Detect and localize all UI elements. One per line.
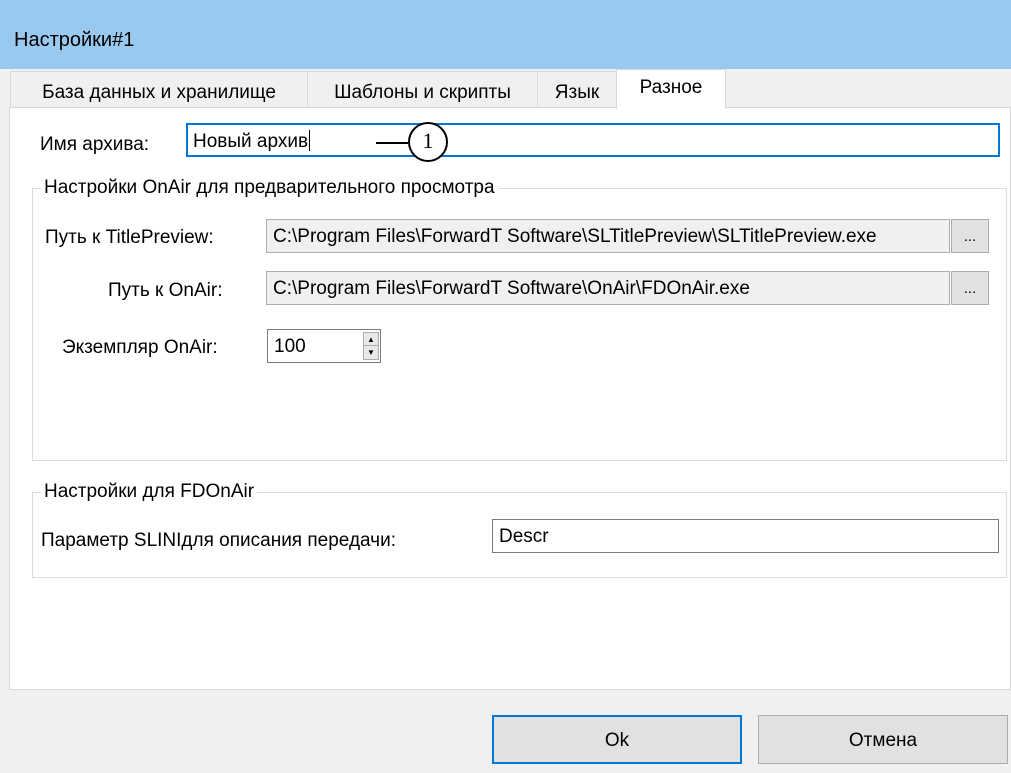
tab-label: Разное [639,77,703,98]
archive-name-value: Новый архив [193,131,309,152]
dialog-client: База данных и хранилище Шаблоны и скрипт… [0,69,1011,773]
tab-page-misc: Имя архива: Новый архив 1 Настройки OnAi… [9,107,1011,690]
archive-name-label: Имя архива: [40,134,150,155]
callout-marker: 1 [408,122,448,162]
spinner-up-icon[interactable]: ▲ [364,333,378,346]
callout-number: 1 [422,128,434,153]
tab-label: Шаблоны и скрипты [334,82,511,103]
onair-path-input[interactable]: C:\Program Files\ForwardT Software\OnAir… [266,271,950,305]
slini-param-label: Параметр SLINIдля описания передачи: [41,530,396,551]
tab-label: База данных и хранилище [42,82,276,103]
onair-instance-label: Экземпляр OnAir: [62,337,218,358]
tab-templates-scripts[interactable]: Шаблоны и скрипты [307,71,538,108]
tab-database-storage[interactable]: База данных и хранилище [10,71,308,108]
spinner-buttons: ▲ ▼ [363,332,379,360]
onair-preview-group-title: Настройки OnAir для предварительного про… [41,177,498,199]
window-title: Настройки#1 [14,29,135,51]
tab-language[interactable]: Язык [537,71,617,108]
onair-path-label: Путь к OnAir: [108,280,223,301]
browse-label: ... [963,228,977,245]
titlepreview-path-value: C:\Program Files\ForwardT Software\SLTit… [273,226,877,247]
onair-instance-spinner[interactable]: 100 ▲ ▼ [267,329,381,363]
cancel-button-label: Отмена [848,730,918,751]
text-caret [309,130,311,151]
cancel-button[interactable]: Отмена [758,715,1008,764]
title-bar: Настройки#1 [0,0,1011,69]
titlepreview-path-label: Путь к TitlePreview: [45,227,214,248]
onair-path-value: C:\Program Files\ForwardT Software\OnAir… [273,278,750,299]
spinner-down-icon[interactable]: ▼ [364,346,378,359]
browse-label: ... [963,280,977,297]
fdonair-group-title: Настройки для FDOnAir [41,481,258,503]
titlepreview-path-input[interactable]: C:\Program Files\ForwardT Software\SLTit… [266,219,950,253]
tab-label: Язык [554,82,600,103]
tab-strip: База данных и хранилище Шаблоны и скрипт… [0,69,1011,109]
slini-param-input[interactable]: Descr [492,519,999,553]
fdonair-group: Настройки для FDOnAir Параметр SLINIдля … [32,481,1007,578]
tab-misc[interactable]: Разное [616,69,726,109]
slini-param-value: Descr [499,526,549,547]
onair-preview-group: Настройки OnAir для предварительного про… [32,177,1007,461]
onair-instance-value: 100 [274,336,306,357]
onair-browse-button[interactable]: ... [951,271,989,305]
ok-button[interactable]: Ok [492,715,742,764]
ok-button-label: Ok [604,730,630,751]
callout-leader-line [376,142,408,144]
titlepreview-browse-button[interactable]: ... [951,219,989,253]
archive-name-input[interactable]: Новый архив [186,123,1000,157]
